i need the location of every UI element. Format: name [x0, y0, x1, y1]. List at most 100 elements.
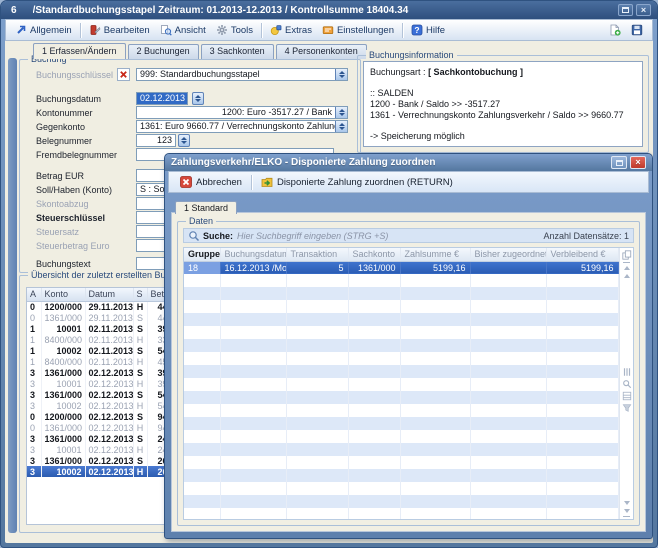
- column-header[interactable]: Konto: [41, 288, 85, 301]
- search-small-icon[interactable]: [622, 379, 632, 389]
- cell: [220, 417, 286, 430]
- cell: 10002: [41, 466, 85, 477]
- gegenkonto-combo[interactable]: 1361: Euro 9660.77 / Verrechnungskonto Z…: [136, 120, 348, 133]
- menu-bearbeiten[interactable]: Bearbeiten: [84, 22, 155, 38]
- spinner-icon[interactable]: [335, 69, 347, 80]
- page-up-icon[interactable]: [624, 274, 630, 278]
- columns-icon[interactable]: [622, 367, 632, 377]
- cell: [400, 495, 470, 508]
- zahlung-zuordnen-button[interactable]: Disponierte Zahlung zuordnen (RETURN): [255, 174, 459, 190]
- save-button[interactable]: [626, 22, 648, 38]
- cell: [184, 430, 220, 443]
- cell: [286, 300, 348, 313]
- cell: 1: [27, 345, 41, 356]
- cell: 0: [27, 312, 41, 323]
- cell: [184, 287, 220, 300]
- tab-buchungen[interactable]: 2 Buchungen: [128, 44, 199, 59]
- kontonummer-combo[interactable]: 1200: Euro -3517.27 / Bank: [136, 106, 348, 119]
- column-header[interactable]: Buchungsdatum: [220, 248, 286, 261]
- cell: [220, 339, 286, 352]
- close-button[interactable]: ×: [636, 4, 651, 16]
- clear-red-x-button[interactable]: [117, 68, 130, 81]
- menu-tools[interactable]: Tools: [211, 22, 258, 38]
- search-input[interactable]: Hier Suchbegriff eingeben (STRG +S): [237, 231, 539, 241]
- column-header[interactable]: S: [133, 288, 147, 301]
- disponierte-zahlung-row[interactable]: 1816.12.2013 /Mo51361/0005199,165199,16: [184, 261, 619, 274]
- column-header[interactable]: Transaktion: [286, 248, 348, 261]
- cell: [546, 417, 618, 430]
- dialog-tab-standard[interactable]: 1 Standard: [175, 201, 237, 214]
- buchungsdatum-input[interactable]: 02.12.2013: [136, 92, 188, 105]
- window-number: 6: [11, 5, 17, 16]
- cell: 1361/000: [41, 455, 85, 466]
- disponierte-zahlungen-table: Gruppe Buchungsdatum Transaktion Sachkon…: [183, 247, 634, 520]
- scroll-up-icon[interactable]: [624, 266, 630, 270]
- tab-personenkonten[interactable]: 4 Personenkonten: [276, 44, 367, 59]
- spinner-icon[interactable]: [335, 107, 347, 118]
- cell: [348, 300, 400, 313]
- cell: [546, 495, 618, 508]
- new-document-button[interactable]: [604, 22, 626, 38]
- cancel-red-x-icon: [180, 176, 192, 188]
- cell: [400, 391, 470, 404]
- grid-icon[interactable]: [622, 391, 632, 401]
- search-bar[interactable]: Suche: Hier Suchbegriff eingeben (STRG +…: [183, 228, 634, 243]
- salden-line: 1200 - Bank / Saldo >> -3517.27: [370, 99, 636, 110]
- cell: 3: [27, 455, 41, 466]
- column-header[interactable]: Datum: [85, 288, 133, 301]
- scroll-top-icon[interactable]: [623, 262, 630, 263]
- column-header[interactable]: Gruppe: [184, 248, 220, 261]
- scroll-down-icon[interactable]: [624, 509, 630, 513]
- cell: [400, 352, 470, 365]
- dialog-header-row[interactable]: Gruppe Buchungsdatum Transaktion Sachkon…: [184, 248, 619, 261]
- column-header[interactable]: Bisher zugeordnet: [470, 248, 546, 261]
- belegnummer-spinner[interactable]: [178, 134, 190, 147]
- abbrechen-button[interactable]: Abbrechen: [174, 174, 248, 190]
- tab-sachkonten[interactable]: 3 Sachkonten: [201, 44, 274, 59]
- copy-icon[interactable]: [622, 250, 632, 260]
- cell: 02.12.2013: [85, 400, 133, 411]
- column-header[interactable]: Zahlsumme €: [400, 248, 470, 261]
- date-spinner[interactable]: [192, 92, 204, 105]
- gegenkonto-value: 1361: Euro 9660.77 / Verrechnungskonto Z…: [137, 121, 335, 132]
- page-down-icon[interactable]: [624, 501, 630, 505]
- cell: 3: [27, 444, 41, 455]
- cell: 1361/000: [41, 422, 85, 433]
- cell: 1361/000: [41, 389, 85, 400]
- gegenkonto-label: Gegenkonto: [36, 121, 85, 133]
- tab-erfassen-aendern[interactable]: 1 Erfassen/Ändern: [33, 43, 126, 59]
- column-header[interactable]: Sachkonto: [348, 248, 400, 261]
- menu-hilfe[interactable]: ? Hilfe: [406, 22, 450, 38]
- cell: [286, 365, 348, 378]
- kontonummer-label: Kontonummer: [36, 107, 93, 119]
- scroll-bottom-icon[interactable]: [623, 516, 630, 517]
- buchungsart-label: Buchungsart :: [370, 67, 426, 77]
- belegnummer-input[interactable]: 123: [136, 134, 176, 147]
- cell: [184, 339, 220, 352]
- menu-ansicht[interactable]: Ansicht: [155, 22, 211, 38]
- cell: [400, 274, 470, 287]
- scroll-bottom-tools: [623, 499, 630, 518]
- cell: 8400/000: [41, 334, 85, 345]
- column-header[interactable]: Verbleibend €: [546, 248, 618, 261]
- cell: [286, 326, 348, 339]
- menu-separator: [80, 23, 81, 38]
- dialog-restore-button[interactable]: [611, 156, 627, 169]
- restore-button[interactable]: [618, 4, 633, 16]
- menu-extras[interactable]: Extras: [265, 22, 317, 38]
- spinner-icon[interactable]: [335, 121, 347, 132]
- column-header[interactable]: A: [27, 288, 41, 301]
- menu-allgemein[interactable]: Allgemein: [10, 22, 77, 38]
- menu-einstellungen[interactable]: Einstellungen: [317, 22, 399, 38]
- filter-icon[interactable]: [622, 403, 632, 413]
- cell: [400, 404, 470, 417]
- dialog-table-body: 1816.12.2013 /Mo51361/0005199,165199,16: [184, 261, 619, 519]
- assign-folder-icon: [261, 176, 273, 188]
- cell: [220, 482, 286, 495]
- dialog-close-button[interactable]: ×: [630, 156, 646, 169]
- cell: [470, 443, 546, 456]
- menu-label: Hilfe: [426, 25, 445, 36]
- cell: [546, 430, 618, 443]
- buchungsdatum-label: Buchungsdatum: [36, 93, 101, 105]
- buchungsschluessel-combo[interactable]: 999: Standardbuchungsstapel: [136, 68, 348, 81]
